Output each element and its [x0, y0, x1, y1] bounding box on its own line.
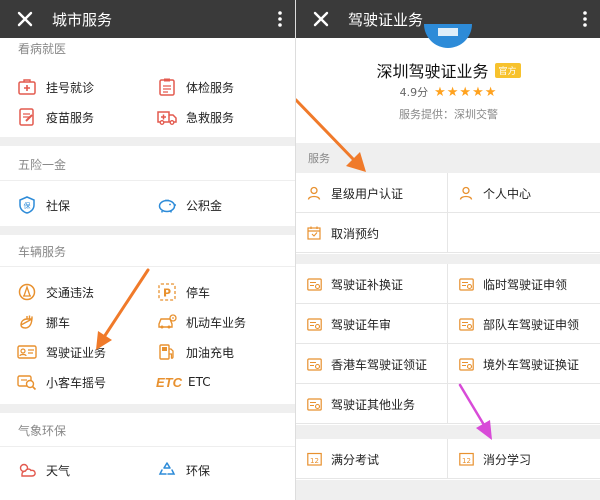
- tutorial-arrow-left: [96, 268, 150, 350]
- driver-license-screen: 驾驶证业务 深圳驾驶证业务 官方 4.9分 ★★★★★ 服务提供：深圳交警 服务…: [295, 0, 600, 500]
- tutorial-arrows-right: [296, 98, 492, 440]
- city-services-screen: 城市服务 看病就医 挂号就诊 体检服务 疫苗服务 急救服务 五险一金 保 社保 …: [0, 0, 295, 500]
